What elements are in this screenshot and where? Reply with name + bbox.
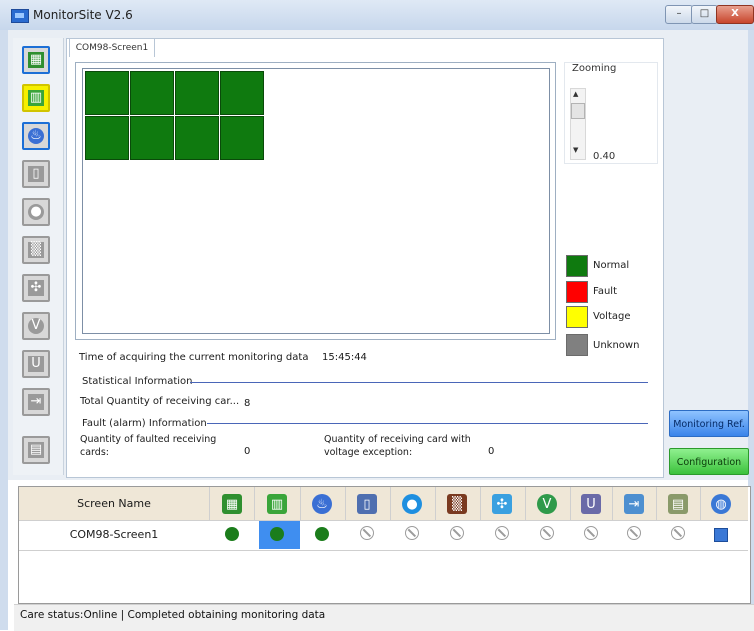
total-cards-label: Total Quantity of receiving car... bbox=[80, 396, 240, 407]
faulted-cards-value: 0 bbox=[244, 446, 251, 457]
zoom-label: Zooming bbox=[572, 63, 617, 74]
toolbar-smoke-button[interactable]: ▒ bbox=[22, 236, 50, 264]
screen-cell[interactable] bbox=[220, 71, 264, 115]
receiving-card-icon: ▦ bbox=[222, 494, 242, 514]
zoom-value: 0.40 bbox=[593, 151, 616, 162]
info-icon[interactable] bbox=[714, 528, 728, 542]
water-drop-icon: ● bbox=[402, 494, 422, 514]
screen-cell[interactable] bbox=[175, 71, 219, 115]
configuration-button[interactable]: Configuration bbox=[669, 448, 749, 475]
zoom-down-arrow-icon[interactable]: ▼ bbox=[573, 146, 578, 154]
legend-voltage-label: Voltage bbox=[593, 311, 631, 322]
screen-cell[interactable] bbox=[85, 71, 129, 115]
voltage-icon: V bbox=[537, 494, 557, 514]
statistical-section-title: Statistical Information bbox=[82, 376, 193, 387]
legend-voltage-swatch bbox=[566, 306, 588, 328]
toolbar-cable-button[interactable]: ⇥ bbox=[22, 388, 50, 416]
status-unavailable-icon bbox=[405, 526, 419, 540]
close-button[interactable]: X bbox=[716, 5, 754, 24]
keyboard-icon: ▤ bbox=[668, 494, 688, 514]
toolbar-humidity-button[interactable]: ● bbox=[22, 198, 50, 226]
screen-cell[interactable] bbox=[85, 116, 129, 160]
legend-fault-label: Fault bbox=[593, 286, 617, 297]
window-border-left bbox=[0, 30, 8, 630]
acquire-time-value: 15:45:44 bbox=[322, 352, 367, 363]
water-drop-icon: ● bbox=[28, 204, 44, 220]
app-icon bbox=[11, 9, 29, 23]
status-unavailable-icon bbox=[450, 526, 464, 540]
screen-cell[interactable] bbox=[175, 116, 219, 160]
toolbar-keyboard-button[interactable]: ▤ bbox=[22, 436, 50, 464]
row-screen-name: COM98-Screen1 bbox=[69, 528, 159, 541]
screen-canvas bbox=[82, 68, 550, 334]
toolbar-receiving-card-button[interactable]: ▦ bbox=[22, 46, 50, 74]
faulted-cards-label-cont: cards: bbox=[80, 447, 109, 458]
fault-section-title: Fault (alarm) Information bbox=[82, 418, 207, 429]
smoke-icon: ▒ bbox=[28, 242, 44, 258]
screen-cell[interactable] bbox=[130, 71, 174, 115]
maximize-button[interactable]: □ bbox=[691, 5, 718, 24]
voltage-exception-label: Quantity of receiving card with bbox=[324, 434, 471, 445]
status-ok-icon bbox=[315, 527, 329, 541]
total-cards-value: 8 bbox=[244, 398, 251, 409]
status-unavailable-icon bbox=[360, 526, 374, 540]
monitoring-refresh-button[interactable]: Monitoring Ref. bbox=[669, 410, 749, 437]
status-unavailable-icon bbox=[671, 526, 685, 540]
status-ok-icon bbox=[225, 527, 239, 541]
zoom-up-arrow-icon[interactable]: ▲ bbox=[573, 90, 578, 98]
acquire-time-label: Time of acquiring the current monitoring… bbox=[79, 352, 309, 363]
left-toolbar: ▦ ▥ ♨ ▯ ● ▒ ✣ V U ⇥ ▤ bbox=[13, 38, 64, 475]
exit-icon: ⇥ bbox=[624, 494, 644, 514]
receiving-card-icon: ▦ bbox=[28, 52, 44, 68]
status-text: Care status:Online | Completed obtaining… bbox=[20, 609, 326, 621]
toolbar-fan-button[interactable]: ✣ bbox=[22, 274, 50, 302]
toolbar-power-button[interactable]: U bbox=[22, 350, 50, 378]
toolbar-voltage-button[interactable]: V bbox=[22, 312, 50, 340]
module-icon: ▥ bbox=[267, 494, 287, 514]
legend-normal-swatch bbox=[566, 255, 588, 277]
voltage-icon: V bbox=[28, 318, 44, 334]
legend-unknown-label: Unknown bbox=[593, 340, 640, 351]
toolbar-temperature-button[interactable]: ♨ bbox=[22, 122, 50, 150]
status-unavailable-icon bbox=[495, 526, 509, 540]
thermometer-icon: ♨ bbox=[312, 494, 332, 514]
magnet-icon: U bbox=[28, 356, 44, 372]
keyboard-icon: ▤ bbox=[28, 442, 44, 458]
thermometer-icon: ♨ bbox=[28, 128, 44, 144]
status-unavailable-icon bbox=[584, 526, 598, 540]
faulted-cards-label: Quantity of faulted receiving bbox=[80, 434, 217, 445]
window-title: MonitorSite V2.6 bbox=[33, 8, 133, 22]
globe-icon: ◍ bbox=[711, 494, 731, 514]
smoke-icon: ▒ bbox=[447, 494, 467, 514]
minimize-button[interactable]: – bbox=[665, 5, 693, 24]
toolbar-door-button[interactable]: ▯ bbox=[22, 160, 50, 188]
screen-cell[interactable] bbox=[130, 116, 174, 160]
door-icon: ▯ bbox=[28, 166, 44, 182]
door-icon: ▯ bbox=[357, 494, 377, 514]
statistical-divider bbox=[190, 382, 648, 383]
legend-fault-swatch bbox=[566, 281, 588, 303]
status-unavailable-icon bbox=[627, 526, 641, 540]
legend-normal-label: Normal bbox=[593, 260, 630, 271]
magnet-icon: U bbox=[581, 494, 601, 514]
tab-screen1[interactable]: COM98-Screen1 bbox=[69, 38, 155, 57]
fan-icon: ✣ bbox=[28, 280, 44, 296]
column-header-screen-name[interactable]: Screen Name bbox=[19, 487, 209, 520]
module-icon: ▥ bbox=[28, 90, 44, 106]
zoom-slider-thumb[interactable] bbox=[571, 103, 585, 119]
voltage-exception-value: 0 bbox=[488, 446, 495, 457]
legend-unknown-swatch bbox=[566, 334, 588, 356]
fault-divider bbox=[207, 423, 648, 424]
status-unavailable-icon bbox=[540, 526, 554, 540]
toolbar-module-button[interactable]: ▥ bbox=[22, 84, 50, 112]
voltage-exception-label-cont: voltage exception: bbox=[324, 447, 413, 458]
exit-icon: ⇥ bbox=[28, 394, 44, 410]
fan-icon: ✣ bbox=[492, 494, 512, 514]
status-ok-icon bbox=[270, 527, 284, 541]
screen-cell[interactable] bbox=[220, 116, 264, 160]
